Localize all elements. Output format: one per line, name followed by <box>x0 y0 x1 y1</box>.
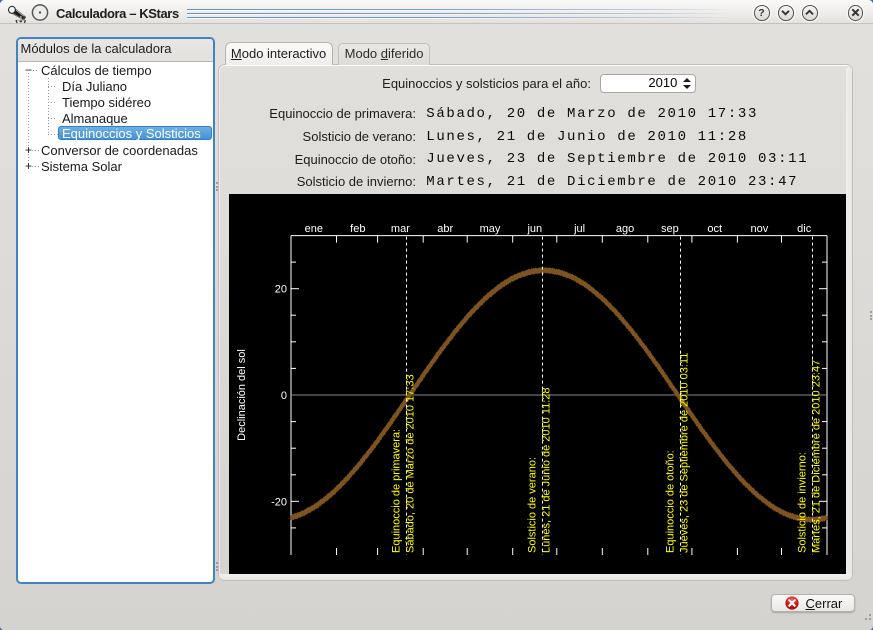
svg-text:mar: mar <box>391 223 410 235</box>
svg-text:may: may <box>480 223 501 235</box>
svg-text:Declinación del sol: Declinación del sol <box>236 349 248 441</box>
svg-text:oct: oct <box>707 223 722 235</box>
svg-text:Solsticio de invierno:: Solsticio de invierno: <box>796 452 808 553</box>
svg-text:?: ? <box>758 7 764 19</box>
svg-text:abr: abr <box>437 223 453 235</box>
svg-text:0: 0 <box>281 390 287 402</box>
svg-text:-20: -20 <box>271 496 287 508</box>
svg-text:Martes, 21 de Diciembre de 201: Martes, 21 de Diciembre de 2010 23:47 <box>810 360 822 553</box>
svg-text:Equinoccio de otoño:: Equinoccio de otoño: <box>664 450 676 553</box>
svg-text:feb: feb <box>350 223 365 235</box>
svg-text:Jueves, 23 de Septiembre de 20: Jueves, 23 de Septiembre de 2010 03:11 <box>678 353 690 553</box>
svg-text:jul: jul <box>573 223 585 235</box>
svg-text:Sábado, 20 de Marzo de 2010 17: Sábado, 20 de Marzo de 2010 17:33 <box>404 374 416 553</box>
svg-text:ago: ago <box>616 223 634 235</box>
svg-text:Lunes, 21 de Junio de 2010 11:: Lunes, 21 de Junio de 2010 11:28 <box>540 387 552 553</box>
svg-text:20: 20 <box>275 284 287 296</box>
svg-text:Equinoccio de primavera:: Equinoccio de primavera: <box>390 429 402 553</box>
svg-text:ene: ene <box>305 223 323 235</box>
svg-text:sep: sep <box>661 223 679 235</box>
svg-text:dic: dic <box>797 223 812 235</box>
svg-text:Solsticio de verano:: Solsticio de verano: <box>526 457 538 553</box>
svg-text:jun: jun <box>526 223 542 235</box>
svg-text:nov: nov <box>751 223 769 235</box>
